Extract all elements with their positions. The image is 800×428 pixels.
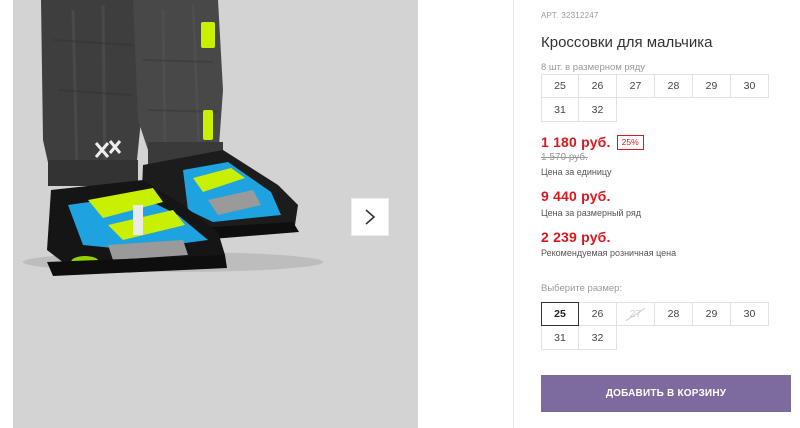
unit-price-label: Цена за единицу bbox=[541, 167, 612, 177]
chevron-right-icon bbox=[365, 209, 376, 225]
size-option-31[interactable]: 31 bbox=[541, 326, 579, 350]
pack-note: 8 шт. в размерном ряду bbox=[541, 62, 646, 73]
pack-size-cell: 28 bbox=[655, 74, 693, 98]
unit-price: 1 180 руб. bbox=[541, 134, 611, 150]
pack-price-label: Цена за размерный ряд bbox=[541, 208, 642, 218]
size-option-25[interactable]: 25 bbox=[541, 302, 579, 326]
pack-size-cell: 30 bbox=[731, 74, 769, 98]
size-picker-label: Выберите размер: bbox=[541, 283, 623, 294]
rrp-price: 2 239 руб. bbox=[541, 229, 611, 245]
size-option-30[interactable]: 30 bbox=[731, 302, 769, 326]
rrp-price-label: Рекомендуемая розничная цена bbox=[541, 248, 677, 258]
old-price: 1 570 руб. bbox=[541, 152, 588, 163]
pack-size-cell: 25 bbox=[541, 74, 579, 98]
pack-size-cell: 26 bbox=[579, 74, 617, 98]
article-label: АРТ. bbox=[541, 11, 559, 20]
size-option-26[interactable]: 26 bbox=[579, 302, 617, 326]
size-option-29[interactable]: 29 bbox=[693, 302, 731, 326]
size-option-27: 27 bbox=[617, 302, 655, 326]
pack-size-cell: 27 bbox=[617, 74, 655, 98]
size-picker: 25 26 27 28 29 30 31 32 bbox=[541, 302, 769, 350]
pack-size-grid: 25 26 27 28 29 30 31 32 bbox=[541, 74, 769, 122]
pack-price: 9 440 руб. bbox=[541, 188, 611, 204]
product-gallery bbox=[0, 0, 514, 428]
gallery-next-button[interactable] bbox=[351, 198, 389, 236]
product-title: Кроссовки для мальчика bbox=[541, 34, 713, 51]
size-option-28[interactable]: 28 bbox=[655, 302, 693, 326]
discount-badge: 25% bbox=[616, 134, 644, 150]
article-value: 32312247 bbox=[561, 11, 599, 20]
size-option-32[interactable]: 32 bbox=[579, 326, 617, 350]
add-to-cart-button[interactable]: ДОБАВИТЬ В КОРЗИНУ bbox=[541, 375, 791, 412]
unit-price-row: 1 180 руб. 25% bbox=[541, 134, 644, 150]
pack-size-cell: 32 bbox=[579, 98, 617, 122]
pack-size-cell: 29 bbox=[693, 74, 731, 98]
pack-size-cell: 31 bbox=[541, 98, 579, 122]
article-number: АРТ. 32312247 bbox=[541, 11, 599, 20]
